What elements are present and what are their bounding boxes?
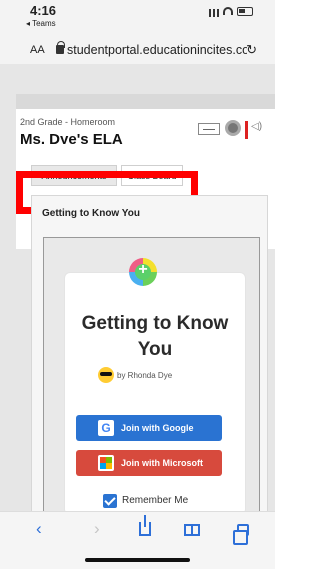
- divider-marker: [245, 121, 248, 139]
- home-indicator[interactable]: [85, 558, 190, 562]
- author-name: by Rhonda Dye: [117, 371, 173, 380]
- sunglasses-emoji-icon: [98, 367, 114, 383]
- course-title: Ms. Dye's ELA: [20, 132, 123, 144]
- lock-icon: [56, 41, 65, 54]
- tabs-icon[interactable]: [233, 524, 249, 545]
- text-size-button[interactable]: AA: [30, 44, 45, 56]
- url-text[interactable]: studentportal.educationincites.co: [67, 43, 247, 57]
- back-icon[interactable]: ‹: [36, 519, 42, 539]
- reload-icon[interactable]: ↻: [246, 42, 257, 58]
- back-to-teams-link[interactable]: ◂ Teams: [26, 19, 56, 28]
- address-bar[interactable]: AA studentportal.educationincites.co ↻: [0, 36, 275, 64]
- bookmarks-icon[interactable]: [184, 524, 200, 536]
- remember-me-label: Remember Me: [122, 495, 189, 506]
- join-with-microsoft-button[interactable]: Join with Microsoft: [76, 450, 222, 476]
- embed-title: Getting to Know You: [81, 313, 229, 360]
- section-title: Getting to Know You: [42, 208, 140, 219]
- web-page: 2nd Grade - Homeroom Ms. Dye's ELA ◁) An…: [0, 64, 275, 511]
- google-icon: G: [98, 420, 114, 436]
- status-bar: 4:16 ◂ Teams: [0, 0, 275, 36]
- course-grade: 2nd Grade - Homeroom: [20, 117, 116, 127]
- join-with-google-button[interactable]: G Join with Google: [76, 415, 222, 441]
- microsoft-button-label: Join with Microsoft: [121, 458, 203, 468]
- system-icons: [209, 6, 253, 18]
- share-icon[interactable]: [139, 515, 151, 536]
- wifi-icon: [223, 7, 233, 15]
- battery-icon: [237, 7, 253, 16]
- google-button-label: Join with Google: [121, 423, 194, 433]
- app-logo-icon: +: [129, 258, 157, 286]
- forward-icon[interactable]: ›: [94, 519, 100, 539]
- gear-icon[interactable]: [225, 120, 241, 136]
- page-header-band: [16, 94, 275, 109]
- remember-me-checkbox[interactable]: [103, 494, 117, 508]
- minimize-icon[interactable]: [198, 123, 220, 135]
- signal-icon: [209, 9, 219, 17]
- speaker-icon[interactable]: ◁): [251, 121, 262, 132]
- microsoft-icon: [98, 455, 114, 471]
- status-time: 4:16: [30, 3, 57, 18]
